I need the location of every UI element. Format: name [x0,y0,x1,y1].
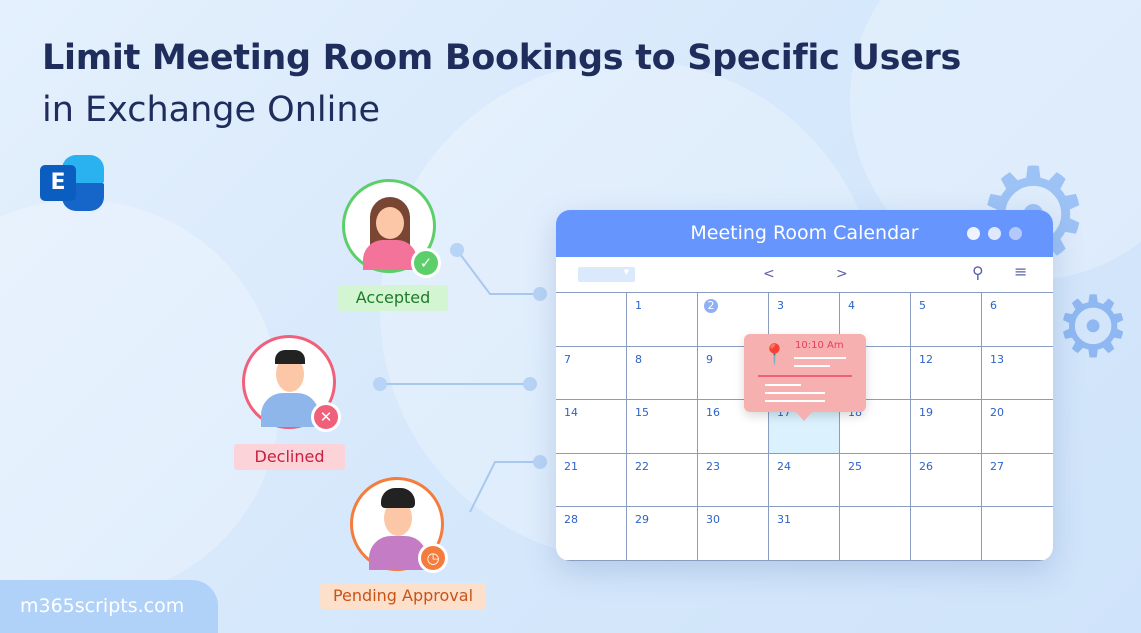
calendar-day-cell[interactable]: 31 [769,507,840,561]
calendar-day-cell[interactable]: 6 [982,293,1053,347]
day-number: 5 [919,299,926,312]
calendar-day-cell[interactable]: 14 [556,400,627,454]
calendar-day-cell[interactable]: 15 [627,400,698,454]
day-number: 3 [777,299,784,312]
calendar-day-cell[interactable]: 25 [840,453,911,507]
day-number: 23 [706,459,720,473]
day-number: 31 [777,513,791,526]
calendar-day-cell[interactable]: 19 [911,400,982,454]
calendar-day-cell[interactable]: 23 [698,453,769,507]
status-label-pending: Pending Approval [320,583,486,609]
event-popup[interactable]: 📍 10:10 Am [744,334,866,421]
day-number: 1 [635,299,642,312]
status-label-declined: Declined [234,444,345,470]
footer-site-pill[interactable]: m365scripts.com [0,580,218,633]
day-number: 15 [635,406,649,419]
window-dot[interactable] [1009,227,1022,240]
calendar-day-cell[interactable] [982,507,1053,561]
calendar-day-cell[interactable]: 21 [556,453,627,507]
calendar-day-cell[interactable]: 13 [982,347,1053,400]
day-number: 21 [564,459,578,473]
view-dropdown[interactable]: ▼ [578,267,635,282]
calendar-day-cell[interactable]: 1 [627,293,698,347]
calendar-day-cell[interactable]: 30 [698,507,769,561]
calendar-day-cell[interactable]: 28 [556,507,627,561]
calendar-day-cell[interactable]: 27 [982,454,1053,507]
day-number: 26 [919,459,933,473]
next-button[interactable]: > [836,266,848,282]
day-number: 6 [990,299,997,312]
chevron-down-icon: ▼ [623,268,629,276]
status-label-accepted: Accepted [338,285,448,311]
day-number: 14 [564,406,578,419]
day-number: 20 [990,406,1004,419]
check-icon: ✓ [411,248,441,278]
calendar-day-cell[interactable]: 7 [556,346,627,400]
day-number: 9 [706,352,713,366]
calendar-day-cell[interactable] [911,507,982,561]
calendar-header: Meeting Room Calendar [556,210,1053,257]
window-dot[interactable] [988,227,1001,240]
search-icon[interactable]: ⚲ [972,263,984,282]
calendar-day-cell[interactable]: 26 [911,453,982,507]
calendar-day-cell[interactable]: 22 [627,453,698,507]
day-number: 12 [919,352,933,366]
day-number: 24 [777,459,791,473]
day-number: 16 [706,406,720,419]
site-url[interactable]: m365scripts.com [20,595,184,617]
day-number: 29 [635,513,649,526]
day-number: 27 [990,459,1004,473]
prev-button[interactable]: < [763,266,775,282]
day-number: 28 [564,513,578,526]
calendar-title: Meeting Room Calendar [690,222,919,244]
day-number: 7 [564,352,571,366]
clock-icon: ◷ [418,543,448,573]
calendar-day-cell[interactable]: 29 [627,507,698,561]
calendar-day-cell[interactable]: 20 [982,400,1053,454]
day-number: 2 [704,299,718,313]
day-number: 8 [635,352,642,366]
day-number: 22 [635,459,649,473]
calendar-day-cell[interactable]: 12 [911,346,982,400]
day-number: 30 [706,513,720,526]
day-number: 13 [990,352,1004,366]
calendar-day-cell[interactable] [840,507,911,561]
menu-icon[interactable]: ≡ [1014,262,1027,281]
calendar-day-cell[interactable]: 8 [627,346,698,400]
calendar-day-cell[interactable]: 24 [769,453,840,507]
event-time: 10:10 Am [795,340,844,351]
calendar-toolbar: ▼ < > ⚲ ≡ [556,257,1053,293]
day-number: 4 [848,299,855,312]
day-number: 19 [919,406,933,419]
day-number: 25 [848,459,862,473]
x-icon: ✕ [311,402,341,432]
window-dot[interactable] [967,227,980,240]
location-pin-icon: 📍 [762,342,787,366]
calendar-day-cell[interactable] [556,293,627,347]
calendar-day-cell[interactable]: 5 [911,293,982,347]
